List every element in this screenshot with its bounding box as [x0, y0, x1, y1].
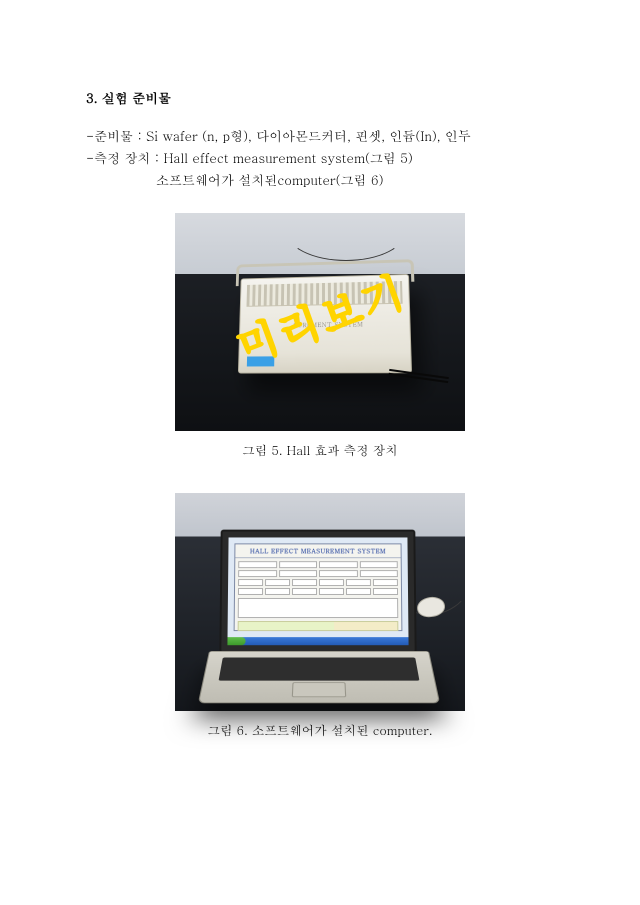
- section-heading: 3. 실험 준비물: [86, 88, 554, 107]
- input-field: [319, 561, 357, 568]
- lab-bench-scene-1: SUREMENT SYSTEM: [175, 213, 465, 431]
- keyboard: [219, 658, 420, 681]
- laptop-screen-frame: HALL EFFECT MEASUREMENT SYSTEM: [219, 530, 416, 654]
- input-field: [319, 570, 357, 577]
- input-field: [346, 588, 371, 595]
- device-vent: [247, 281, 403, 307]
- materials-line: -준비물 : Si wafer (n, p형), 다이아몬드커터, 핀셋, 인듐…: [86, 125, 554, 147]
- input-field: [265, 579, 290, 586]
- input-field: [319, 579, 344, 586]
- app-window-title: HALL EFFECT MEASUREMENT SYSTEM: [235, 545, 400, 559]
- figure-5-caption: 그림 5. Hall 효과 측정 장치: [86, 441, 554, 459]
- lab-bench-scene-2: HALL EFFECT MEASUREMENT SYSTEM: [175, 493, 465, 711]
- figure-6-photo: HALL EFFECT MEASUREMENT SYSTEM: [175, 493, 465, 711]
- field-row: [238, 579, 398, 586]
- figure-5-block: SUREMENT SYSTEM 미리보기 그림 5. Hall 효과 측정 장치: [86, 213, 554, 459]
- tweezers-icon: [389, 369, 449, 379]
- windows-taskbar: [227, 637, 408, 645]
- cable-icon: [285, 199, 407, 261]
- field-row: [238, 588, 398, 595]
- input-field: [238, 588, 263, 595]
- input-field: [292, 579, 317, 586]
- materials-label: -준비물 :: [86, 126, 146, 145]
- apparatus-value-1: Hall effect measurement system(그림 5): [163, 148, 412, 167]
- app-window: HALL EFFECT MEASUREMENT SYSTEM: [234, 544, 403, 632]
- app-graph-area: [238, 598, 399, 618]
- input-field: [265, 588, 290, 595]
- figure-6-block: HALL EFFECT MEASUREMENT SYSTEM: [86, 493, 554, 739]
- input-field: [279, 570, 317, 577]
- input-field: [238, 561, 276, 568]
- input-field: [319, 588, 344, 595]
- app-status-bar: [238, 621, 399, 631]
- apparatus-value-2: 소프트웨어가 설치된computer(그림 6): [156, 170, 384, 189]
- input-field: [238, 579, 263, 586]
- figure-5-photo: SUREMENT SYSTEM: [175, 213, 465, 431]
- laptop-deck: [198, 651, 440, 703]
- figure-6-caption: 그림 6. 소프트웨어가 설치된 computer.: [86, 721, 554, 739]
- measurement-device: SUREMENT SYSTEM: [238, 274, 412, 374]
- laptop: HALL EFFECT MEASUREMENT SYSTEM: [209, 529, 427, 717]
- input-field: [359, 561, 397, 568]
- apparatus-line-1: -측정 장치 : Hall effect measurement system(…: [86, 147, 554, 169]
- touchpad: [292, 683, 346, 698]
- apparatus-label: -측정 장치 :: [86, 148, 163, 167]
- laptop-screen: HALL EFFECT MEASUREMENT SYSTEM: [227, 538, 408, 646]
- input-field: [238, 570, 276, 577]
- document-page: 3. 실험 준비물 -준비물 : Si wafer (n, p형), 다이아몬드…: [0, 0, 640, 779]
- input-field: [279, 561, 317, 568]
- figure-6-photo-wrap: HALL EFFECT MEASUREMENT SYSTEM: [175, 493, 465, 711]
- apparatus-line-2: 소프트웨어가 설치된computer(그림 6): [86, 169, 554, 191]
- field-row: [238, 570, 398, 577]
- figure-5-photo-wrap: SUREMENT SYSTEM 미리보기: [175, 213, 465, 431]
- input-field: [373, 579, 398, 586]
- section-title-text: 실험 준비물: [102, 88, 171, 107]
- device-label-text: SUREMENT SYSTEM: [293, 320, 363, 330]
- input-field: [373, 588, 398, 595]
- input-field: [359, 570, 397, 577]
- materials-value: Si wafer (n, p형), 다이아몬드커터, 핀셋, 인듐(In), 인…: [146, 126, 471, 145]
- section-number: 3.: [86, 88, 98, 107]
- device-sticker: [247, 357, 275, 367]
- input-field: [292, 588, 317, 595]
- input-field: [346, 579, 371, 586]
- app-window-body: [235, 558, 402, 634]
- field-row: [238, 561, 398, 568]
